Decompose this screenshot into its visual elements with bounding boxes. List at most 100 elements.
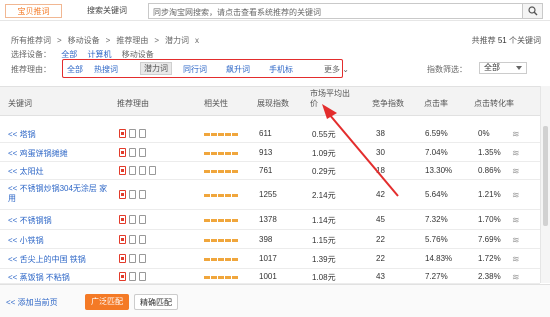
device-icon [139, 148, 146, 157]
filter-label: 指数筛选： [427, 65, 467, 74]
col-ctr[interactable]: 点击率 [424, 98, 448, 109]
tab-search-keyword[interactable]: 搜索关键词 [72, 4, 142, 18]
cvr-value: 7.69% [478, 235, 501, 244]
crumb-close-icon[interactable]: x [195, 36, 199, 45]
trend-chart-icon[interactable]: ≋ [512, 148, 520, 159]
cvr-value: 1.70% [478, 215, 501, 224]
keyword-link[interactable]: << 塔锅 [8, 129, 36, 140]
show-index-value: 1378 [259, 215, 277, 224]
crumb-reason[interactable]: 推荐理由 [116, 36, 148, 45]
market-price-value: 1.14元 [312, 216, 336, 225]
scrollbar-thumb[interactable] [543, 126, 548, 226]
cvr-value: 1.35% [478, 148, 501, 157]
relevance-bar [204, 152, 238, 155]
search-button[interactable] [522, 4, 542, 18]
breadcrumb: 所有推荐词 > 移动设备 > 推荐理由 > 潜力词 x [11, 36, 200, 45]
exact-match-button[interactable]: 精确匹配 [134, 294, 178, 310]
keyword-link[interactable]: << 蒸饭锅 不粘锅 [8, 272, 70, 283]
bottom-bar: << 添加当前页 广泛匹配 精确匹配 [0, 284, 550, 317]
add-current-page-link[interactable]: << 添加当前页 [6, 297, 58, 308]
table-row: << 小铁锅 398 1.15元 22 5.76% 7.69% ≋ [0, 230, 540, 249]
competition-value: 30 [376, 148, 385, 157]
relevance-bar [204, 133, 238, 136]
search-box[interactable]: 同步淘宝网搜索，请点击查看系统推荐的关键词 [148, 3, 543, 19]
relevance-bar [204, 276, 238, 279]
scrollbar[interactable] [540, 86, 550, 283]
keyword-link[interactable]: << 不锈钢锅 [8, 215, 52, 226]
cvr-value: 1.21% [478, 190, 501, 199]
count-prefix: 共推荐 [471, 36, 496, 45]
device-icon [129, 272, 136, 281]
trend-chart-icon[interactable]: ≋ [512, 190, 520, 201]
table-row: << 蒸饭锅 不粘锅 1001 1.08元 43 7.27% 2.38% ≋ [0, 269, 540, 284]
device-mobile[interactable]: 移动设备 [122, 50, 154, 59]
market-price-value: 0.55元 [312, 130, 336, 139]
hot-tag-icon [119, 148, 126, 157]
device-icon [149, 166, 156, 175]
keyword-link[interactable]: << 舌尖上的中国 铁锅 [8, 254, 86, 265]
trend-chart-icon[interactable]: ≋ [512, 272, 520, 283]
ctr-value: 7.32% [425, 215, 448, 224]
competition-value: 43 [376, 272, 385, 281]
more-toggle[interactable]: 更多 ⌄ [324, 64, 349, 75]
competition-value: 22 [376, 254, 385, 263]
device-icon [129, 129, 136, 138]
col-keyword: 关键词 [8, 99, 32, 108]
show-index-value: 1017 [259, 254, 277, 263]
table-row: << 不锈钢炒锅304无涂层 家用 1255 2.14元 42 5.64% 1.21% ≋ [0, 180, 540, 210]
trend-chart-icon[interactable]: ≋ [512, 166, 520, 177]
device-pc[interactable]: 计算机 [87, 50, 111, 59]
crumb-all[interactable]: 所有推荐词 [11, 36, 51, 45]
table-row: << 不锈钢锅 1378 1.14元 45 7.32% 1.70% ≋ [0, 210, 540, 230]
hot-tag-icon [119, 254, 126, 263]
market-price-value: 2.14元 [312, 191, 336, 200]
cvr-value: 1.72% [478, 254, 501, 263]
competition-value: 22 [376, 235, 385, 244]
cvr-value: 2.38% [478, 272, 501, 281]
trend-chart-icon[interactable]: ≋ [512, 215, 520, 226]
device-icon [139, 129, 146, 138]
reason-label: 推荐理由： [11, 65, 51, 74]
keyword-link[interactable]: << 小铁锅 [8, 235, 44, 246]
relevance-bar [204, 194, 238, 197]
col-market-price[interactable]: 市场平均出价 [310, 89, 355, 109]
table-row: << 塔锅 611 0.55元 38 6.59% 0% ≋ [0, 124, 540, 143]
trend-chart-icon[interactable]: ≋ [512, 129, 520, 140]
device-icon [139, 190, 146, 199]
keyword-link[interactable]: << 鸡蛋饼锅摊摊 [8, 148, 68, 159]
col-competition[interactable]: 竞争指数 [372, 98, 404, 109]
show-index-value: 1255 [259, 190, 277, 199]
keyword-link[interactable]: << 不锈钢炒锅304无涂层 家用 [8, 184, 108, 204]
market-price-value: 1.39元 [312, 255, 336, 264]
trend-chart-icon[interactable]: ≋ [512, 235, 520, 246]
broad-match-button[interactable]: 广泛匹配 [85, 294, 129, 310]
crumb-current: 潜力词 [165, 36, 190, 45]
col-show-index[interactable]: 展现指数 [257, 98, 289, 109]
device-icon [129, 190, 136, 199]
col-relevance[interactable]: 相关性 [204, 98, 228, 109]
device-icon [129, 215, 136, 224]
col-cvr[interactable]: 点击转化率 [474, 98, 514, 109]
count-suffix: 个关键词 [509, 36, 541, 45]
device-icon [139, 166, 146, 175]
device-icon [139, 215, 146, 224]
trend-chart-icon[interactable]: ≋ [512, 254, 520, 265]
device-all[interactable]: 全部 [61, 50, 77, 59]
tab-baby-recommend[interactable]: 宝贝推词 [5, 4, 62, 18]
competition-value: 42 [376, 190, 385, 199]
show-index-value: 913 [259, 148, 273, 157]
show-index-value: 611 [259, 129, 272, 138]
search-placeholder: 同步淘宝网搜索，请点击查看系统推荐的关键词 [153, 8, 321, 17]
market-price-value: 1.09元 [312, 149, 336, 158]
table-row: << 舌尖上的中国 铁锅 1017 1.39元 22 14.83% 1.72% ≋ [0, 249, 540, 269]
keyword-link[interactable]: << 太阳灶 [8, 166, 44, 177]
crumb-device[interactable]: 移动设备 [68, 36, 100, 45]
filter-select[interactable]: 全部 [479, 62, 527, 74]
table-row: << 鸡蛋饼锅摊摊 913 1.09元 30 7.04% 1.35% ≋ [0, 143, 540, 162]
device-icon [139, 254, 146, 263]
ctr-value: 7.04% [425, 148, 448, 157]
table-header: 关键词 推荐理由 相关性 展现指数 市场平均出价 竞争指数 点击率 点击转化率 [0, 86, 540, 116]
competition-value: 38 [376, 129, 385, 138]
cvr-value: 0.86% [478, 166, 501, 175]
device-icon [129, 254, 136, 263]
